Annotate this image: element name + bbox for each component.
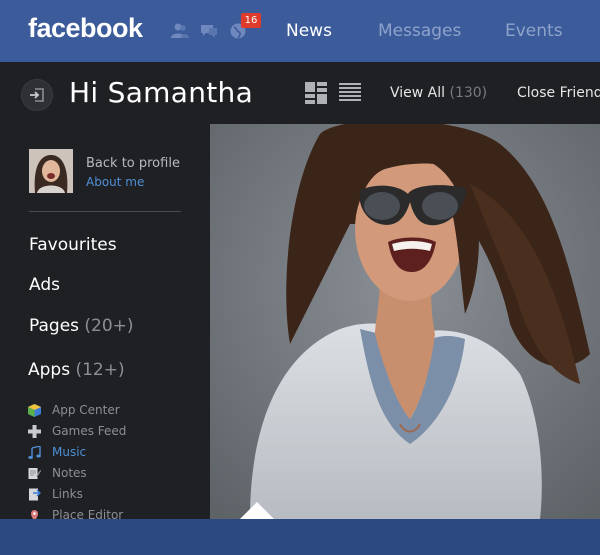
sidebar-item-ads[interactable]: Ads	[29, 275, 60, 295]
back-to-profile-link[interactable]: Back to profile	[86, 156, 180, 171]
music-icon	[28, 446, 41, 459]
list-view-icon[interactable]	[339, 82, 361, 104]
notes-icon	[28, 468, 41, 479]
about-me-link[interactable]: About me	[86, 175, 144, 189]
filter-view-all[interactable]: View All (130)	[390, 85, 487, 101]
featured-photo[interactable]	[210, 124, 600, 519]
nav-messages[interactable]: Messages	[378, 21, 461, 41]
sidebar-app-label: Music	[52, 445, 87, 459]
greeting-title: Hi Samantha	[69, 76, 254, 109]
sidebar-item-count: (20+)	[84, 316, 134, 336]
sidebar-divider	[29, 211, 181, 212]
grid-view-icon[interactable]	[305, 82, 327, 104]
sidebar-app-label: Links	[52, 487, 83, 501]
filter-close-friends[interactable]: Close Friends	[517, 85, 600, 101]
logout-button[interactable]	[21, 79, 53, 111]
games-feed-icon	[28, 425, 41, 438]
sidebar-item-count: (12+)	[75, 360, 125, 380]
app-center-icon	[28, 404, 41, 417]
messages-icon[interactable]	[199, 22, 219, 40]
sidebar-app-label: Notes	[52, 466, 87, 480]
top-navigation-bar: facebook 16 News Messages Events	[0, 0, 600, 62]
links-icon	[29, 488, 41, 501]
notification-count-badge[interactable]: 16	[241, 13, 261, 28]
sidebar-item-label: Apps	[28, 360, 71, 380]
filter-label: View All	[390, 85, 446, 101]
sidebar-item-apps[interactable]: Apps (12+)	[28, 360, 125, 380]
filter-label: Close Friends	[517, 85, 600, 101]
filter-count: (130)	[449, 85, 488, 101]
sidebar-item-pages[interactable]: Pages (20+)	[29, 316, 134, 336]
sidebar-app-label: Games Feed	[52, 424, 127, 438]
facebook-logo[interactable]: facebook	[28, 13, 143, 44]
sidebar-item-label: Ads	[29, 275, 60, 295]
avatar[interactable]	[29, 149, 73, 193]
nav-events[interactable]: Events	[505, 21, 563, 41]
friend-requests-icon[interactable]	[170, 22, 190, 40]
exit-icon	[30, 88, 44, 102]
nav-news[interactable]: News	[286, 21, 332, 41]
sidebar-item-label: Pages	[29, 316, 80, 336]
bottom-bar	[0, 519, 600, 555]
photo-pointer	[239, 502, 275, 520]
sidebar-item-label: Favourites	[29, 235, 117, 255]
sidebar-item-favourites[interactable]: Favourites	[29, 235, 117, 255]
sidebar-app-label: App Center	[52, 403, 120, 417]
